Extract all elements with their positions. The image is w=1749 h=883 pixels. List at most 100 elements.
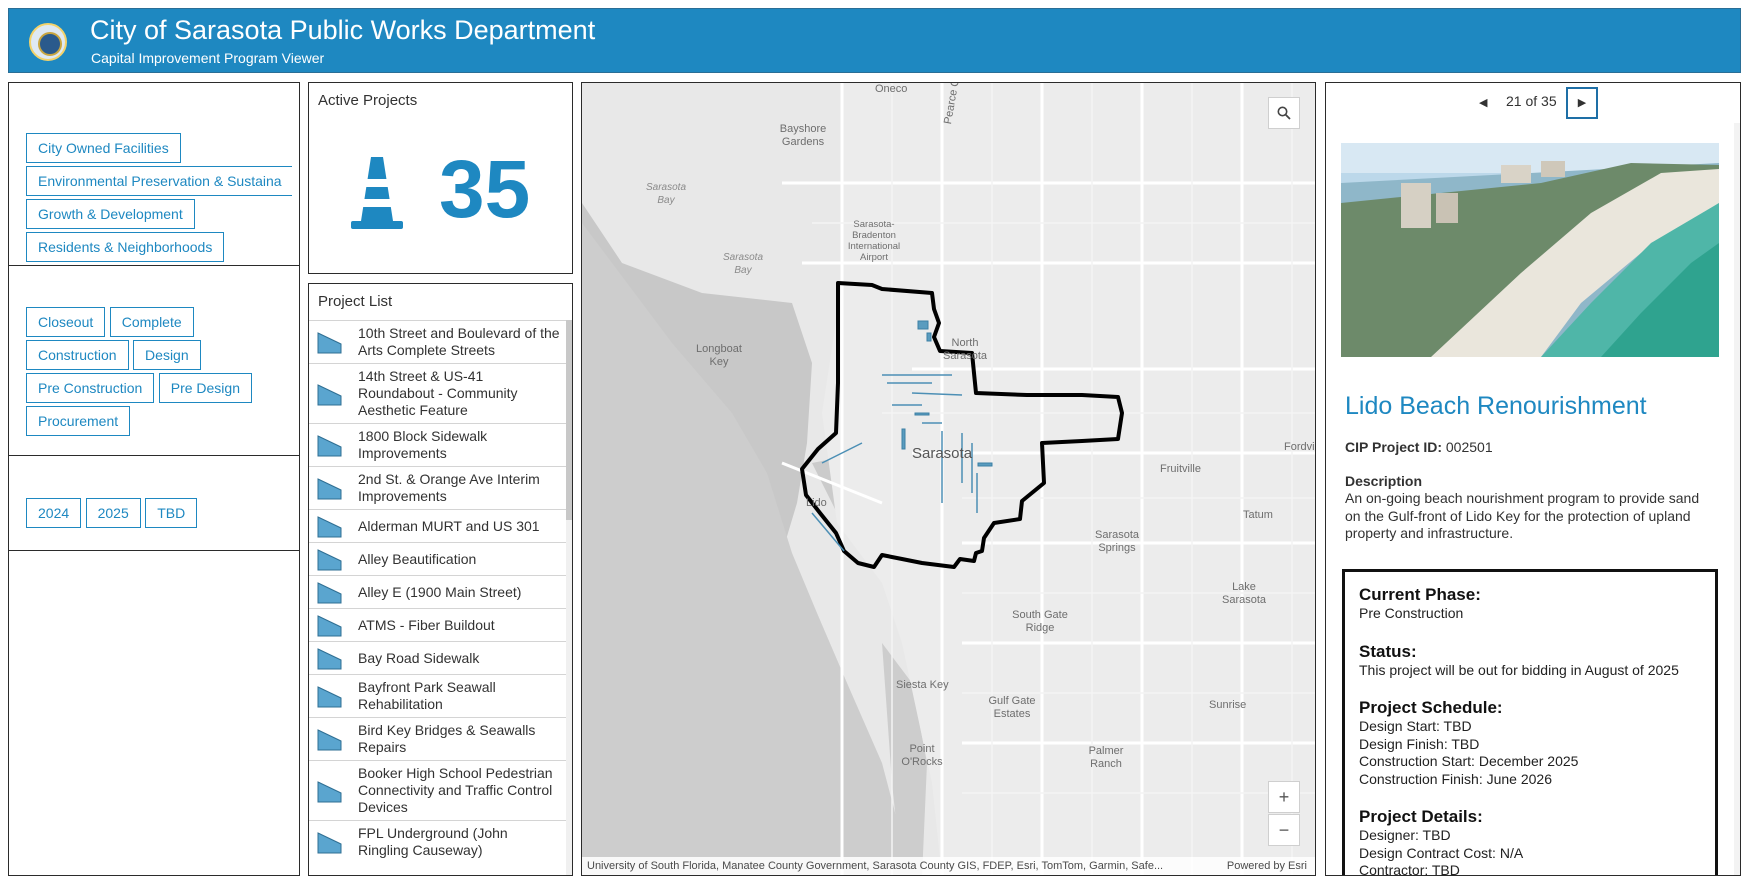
description-text: An on-going beach nourishment program to…	[1345, 490, 1700, 541]
map-label-fordville: Fordvi	[1284, 441, 1315, 453]
status-value: This project will be out for bidding in …	[1359, 661, 1679, 678]
project-list-item[interactable]: Bay Road Sidewalk	[309, 641, 566, 674]
project-list-item[interactable]: Bird Key Bridges & Seawalls Repairs	[309, 717, 566, 760]
map-label-sunrise: Sunrise	[1209, 699, 1247, 711]
project-detail-panel: ◀ 21 of 35 ▶ Lido Beach Renourishment CI…	[1325, 82, 1741, 876]
project-list-item[interactable]: ATMS - Fiber Buildout	[309, 608, 566, 641]
map-label-gulf-gate-estates: Gulf Gate Estates	[988, 695, 1036, 720]
previous-feature-button[interactable]: ◀	[1479, 96, 1487, 109]
schedule-design-start: Design Start: TBD	[1359, 718, 1472, 734]
map-label-palmer-ranch: Palmer Ranch	[1088, 745, 1124, 770]
schedule-label: Project Schedule:	[1359, 698, 1503, 717]
phase-chip-pre-design[interactable]: Pre Design	[158, 373, 252, 403]
zoom-out-button[interactable]: −	[1268, 814, 1300, 846]
project-list-scrollbar[interactable]	[566, 320, 572, 875]
active-projects-card: Active Projects 35	[308, 82, 573, 274]
phase-chip-complete[interactable]: Complete	[109, 307, 194, 337]
project-list-item[interactable]: 10th Street and Boulevard of the Arts Co…	[309, 320, 566, 363]
project-info-box: Current Phase: Pre Construction Status: …	[1342, 569, 1718, 875]
attribution-text: University of South Florida, Manatee Cou…	[587, 860, 1164, 872]
next-feature-button[interactable]: ▶	[1566, 87, 1598, 119]
project-area-icon	[317, 549, 342, 571]
active-projects-count: 35	[439, 144, 531, 235]
year-chip-2024[interactable]: 2024	[26, 498, 82, 528]
phase-chip-closeout[interactable]: Closeout	[26, 307, 106, 337]
phase-chip-design[interactable]: Design	[133, 340, 201, 370]
project-list-item[interactable]: Bayfront Park Seawall Rehabilitation	[309, 674, 566, 717]
map-label-lido: Lido	[806, 497, 827, 509]
project-list-item[interactable]: 14th Street & US-41 Roundabout - Communi…	[309, 363, 566, 423]
zoom-in-button[interactable]: +	[1268, 781, 1300, 813]
pager-count: 21 of 35	[1506, 93, 1557, 109]
map-search-button[interactable]	[1268, 97, 1300, 129]
year-filter: 2024 2025 TBD	[9, 456, 299, 551]
detail-pager: ◀ 21 of 35 ▶	[1326, 87, 1736, 121]
map-label-airport: Sarasota-Bradenton International Airport	[847, 219, 901, 263]
project-list-item-label: Alderman MURT and US 301	[358, 517, 540, 534]
cip-project-id: CIP Project ID: 002501	[1345, 439, 1493, 455]
project-list-item[interactable]: 1800 Block Sidewalk Improvements	[309, 423, 566, 466]
project-title: Lido Beach Renourishment	[1345, 392, 1647, 420]
project-list-item[interactable]: 2nd St. & Orange Ave Interim Improvement…	[309, 466, 566, 509]
description-label: Description	[1345, 473, 1423, 489]
project-list-item-label: Alley E (1900 Main Street)	[358, 583, 522, 600]
project-area-icon	[317, 435, 342, 457]
basemap[interactable]	[582, 83, 1316, 876]
details-label: Project Details:	[1359, 807, 1483, 826]
category-filter: City Owned Facilities Environmental Pres…	[9, 83, 299, 266]
detail-scrollbar[interactable]	[1734, 123, 1740, 875]
project-list-item-label: Bayfront Park Seawall Rehabilitation	[358, 679, 496, 712]
detail-designer: Designer: TBD	[1359, 827, 1451, 843]
year-chip-tbd[interactable]: TBD	[145, 498, 198, 528]
filter-panel: City Owned Facilities Environmental Pres…	[8, 82, 300, 876]
project-list-item[interactable]: Alderman MURT and US 301	[309, 509, 566, 542]
phase-chip-procurement[interactable]: Procurement	[26, 406, 131, 436]
project-list-item-label: Alley Beautification	[358, 550, 477, 567]
powered-by-esri[interactable]: Powered by Esri	[1227, 857, 1307, 875]
current-phase-label: Current Phase:	[1359, 585, 1481, 604]
project-list-item-label: 1800 Block Sidewalk Improvements	[358, 428, 488, 461]
project-list-item[interactable]: FPL Underground (John Ringling Causeway)	[309, 820, 566, 863]
cip-value: 002501	[1445, 439, 1493, 455]
year-chip-2025[interactable]: 2025	[85, 498, 141, 528]
phase-chip-pre-construction[interactable]: Pre Construction	[26, 373, 155, 403]
phase-chip-construction[interactable]: Construction	[26, 340, 129, 370]
search-icon	[1277, 106, 1291, 120]
project-list-item[interactable]: Booker High School Pedestrian Connectivi…	[309, 760, 566, 820]
project-area-icon	[317, 383, 342, 405]
status-label: Status:	[1359, 641, 1417, 661]
project-area-icon	[317, 516, 342, 538]
app-header: City of Sarasota Public Works Department…	[8, 8, 1741, 73]
project-list-item[interactable]: Alley E (1900 Main Street)	[309, 575, 566, 608]
current-phase-value: Pre Construction	[1359, 605, 1464, 621]
map-attribution: University of South Florida, Manatee Cou…	[582, 857, 1315, 875]
detail-design-contract-cost: Design Contract Cost: N/A	[1359, 844, 1524, 861]
project-area-icon	[317, 686, 342, 708]
project-area-icon	[317, 729, 342, 751]
project-list-item-label: 14th Street & US-41 Roundabout - Communi…	[358, 368, 518, 418]
map-view[interactable]: Oneco Bayshore Gardens Sarasota Bay Pear…	[581, 82, 1316, 876]
traffic-cone-icon	[351, 157, 403, 229]
map-label-tatum: Tatum	[1243, 509, 1273, 521]
map-label-point-o-rocks: Point O'Rocks	[901, 743, 943, 768]
category-chip-residents-neighborhoods[interactable]: Residents & Neighborhoods	[26, 232, 225, 262]
project-area-icon	[317, 332, 342, 354]
map-label-sarasota-springs: Sarasota Springs	[1094, 529, 1140, 554]
category-chip-growth-development[interactable]: Growth & Development	[26, 199, 195, 229]
map-label-longboat-key: Longboat Key	[696, 343, 742, 368]
project-area-icon	[317, 582, 342, 604]
category-chip-environmental-preservation[interactable]: Environmental Preservation & Sustaina	[26, 166, 292, 196]
schedule-construction-finish: Construction Finish: June 2026	[1359, 770, 1552, 787]
project-photo	[1341, 143, 1719, 357]
project-list-item-label: 2nd St. & Orange Ave Interim Improvement…	[358, 471, 540, 504]
map-label-bayshore-gardens: Bayshore Gardens	[779, 123, 827, 148]
map-label-siesta-key: Siesta Key	[896, 679, 949, 691]
project-list-item-label: FPL Underground (John Ringling Causeway)	[358, 825, 508, 858]
map-label-fruitville: Fruitville	[1160, 463, 1201, 475]
app-subtitle: Capital Improvement Program Viewer	[91, 50, 325, 66]
project-list-item-label: Bird Key Bridges & Seawalls Repairs	[358, 722, 536, 755]
project-list-item-label: Bay Road Sidewalk	[358, 649, 480, 666]
project-list-item[interactable]: Alley Beautification	[309, 542, 566, 575]
map-label-sarasota: Sarasota	[912, 445, 973, 462]
category-chip-city-owned-facilities[interactable]: City Owned Facilities	[26, 133, 181, 163]
